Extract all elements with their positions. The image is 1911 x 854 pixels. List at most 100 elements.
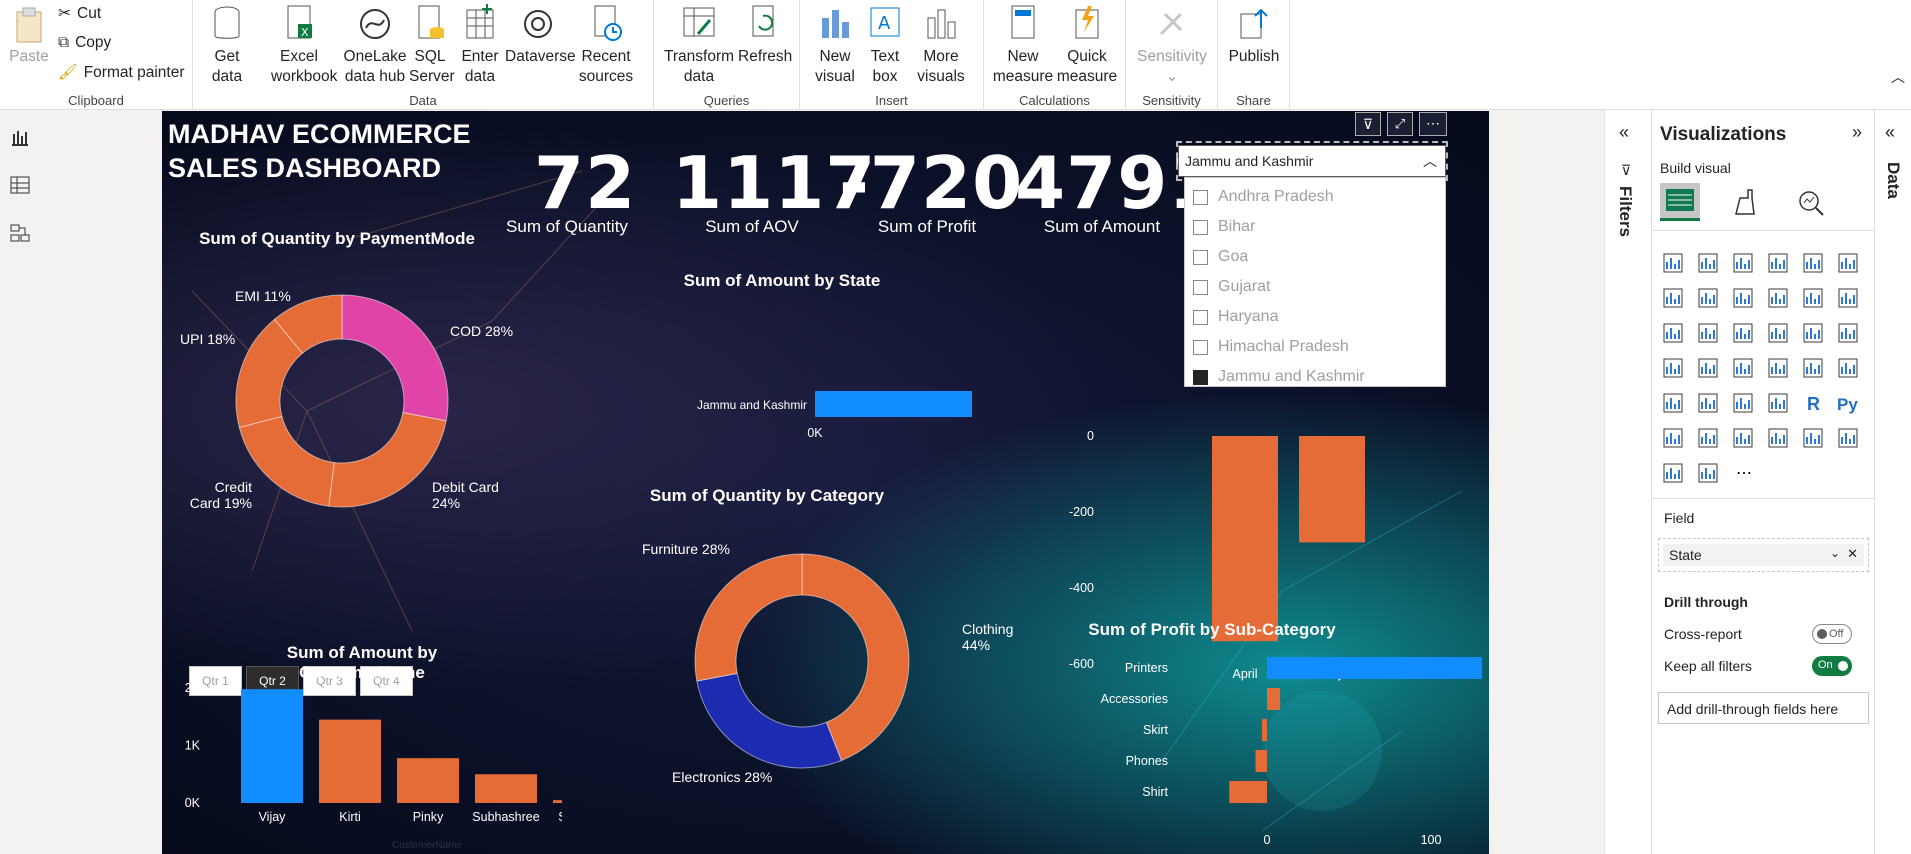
checkbox[interactable] — [1193, 309, 1208, 325]
multi-row-card-visual-icon[interactable] — [1835, 355, 1861, 381]
decomposition-visual-icon[interactable] — [1695, 425, 1721, 451]
copy-button[interactable]: ⧉ Copy — [58, 34, 111, 52]
collapse-viz-icon[interactable]: » — [1852, 122, 1862, 143]
state-slicer-item[interactable]: Jammu and Kashmir — [1193, 368, 1365, 386]
refresh-button[interactable]: Refresh — [738, 4, 792, 67]
filters-pane[interactable]: « ⊽ Filters — [1604, 110, 1651, 854]
chevron-up-icon[interactable]: ︿ — [1423, 151, 1437, 171]
line-visual-icon[interactable] — [1660, 285, 1686, 311]
pie-visual-icon[interactable] — [1765, 320, 1791, 346]
area-visual-icon[interactable] — [1695, 285, 1721, 311]
new-measure-button[interactable]: New measure — [992, 4, 1054, 87]
state-slicer-item[interactable]: Haryana — [1193, 308, 1278, 326]
table-visual-icon[interactable] — [1730, 390, 1756, 416]
transform-data-button[interactable]: Transform data — [664, 4, 734, 87]
python-visual-icon[interactable]: Py — [1835, 390, 1861, 416]
line-column-visual-icon[interactable] — [1765, 285, 1791, 311]
transform-icon — [683, 7, 715, 37]
checkbox[interactable] — [1193, 219, 1208, 235]
format-painter-button[interactable]: 🖌 Format painter — [58, 63, 184, 82]
paginated-visual-icon[interactable] — [1835, 425, 1861, 451]
expand-filters-icon[interactable]: « — [1619, 122, 1629, 143]
clustered-bar-visual-icon[interactable] — [1730, 250, 1756, 276]
power-apps-visual-icon[interactable] — [1660, 460, 1686, 486]
report-view-icon[interactable] — [9, 126, 31, 148]
filter-icon[interactable]: ⊽ — [1355, 112, 1381, 136]
customer-bar-chart: 2K 1K 0K Vijay Kirti Pinky Subhashree Sonakshi — [185, 681, 562, 824]
enter-data-button[interactable]: Enter data — [459, 4, 501, 87]
cross-report-toggle[interactable]: Off — [1812, 624, 1852, 644]
state-slicer-item[interactable]: Himachal Pradesh — [1193, 338, 1349, 356]
checkbox[interactable] — [1193, 189, 1208, 205]
clustered-column-visual-icon[interactable] — [1765, 250, 1791, 276]
state-slicer-item[interactable]: Goa — [1193, 248, 1248, 266]
gauge-visual-icon[interactable] — [1765, 355, 1791, 381]
goals-visual-icon[interactable] — [1800, 425, 1826, 451]
scatter-visual-icon[interactable] — [1730, 320, 1756, 346]
matrix-visual-icon[interactable] — [1765, 390, 1791, 416]
keep-filters-toggle[interactable]: On — [1812, 656, 1852, 676]
model-view-icon[interactable] — [9, 222, 31, 244]
stacked-area-visual-icon[interactable] — [1730, 285, 1756, 311]
azure-map-visual-icon[interactable] — [1730, 355, 1756, 381]
power-automate-visual-icon[interactable] — [1695, 460, 1721, 486]
more-options-icon[interactable]: ⋯ — [1419, 112, 1447, 136]
checkbox[interactable] — [1193, 369, 1208, 385]
kpi-visual-icon[interactable] — [1660, 390, 1686, 416]
paste-button[interactable]: Paste — [8, 4, 50, 67]
sensitivity-button[interactable]: Sensitivity ⌄ — [1132, 4, 1212, 87]
field-pill-state[interactable]: State ⌄ ✕ — [1663, 544, 1864, 566]
dataverse-button[interactable]: Dataverse — [505, 4, 576, 67]
more-visuals-button[interactable]: More visuals — [910, 4, 972, 87]
state-slicer-header[interactable]: Jammu and Kashmir ︿ — [1178, 145, 1446, 177]
add-drill-through-field[interactable]: Add drill-through fields here — [1658, 692, 1869, 724]
funnel-visual-icon[interactable] — [1695, 320, 1721, 346]
cut-button[interactable]: ✂ Cut — [58, 4, 101, 23]
sql-server-button[interactable]: SQL Server — [409, 4, 455, 87]
more-visual-icon[interactable]: ⋯ — [1730, 460, 1756, 486]
waterfall-visual-icon[interactable] — [1660, 320, 1686, 346]
narrative-visual-icon[interactable] — [1765, 425, 1791, 451]
text-box-button[interactable]: A Text box — [864, 4, 906, 87]
focus-mode-icon[interactable]: ⤢ — [1387, 112, 1413, 136]
recent-sources-button[interactable]: Recent sources — [573, 4, 639, 87]
new-visual-button[interactable]: New visual — [810, 4, 860, 87]
collapse-ribbon-icon[interactable]: ︿ — [1891, 67, 1905, 87]
onelake-button[interactable]: OneLake data hub — [333, 4, 417, 87]
slicer-visual-icon[interactable] — [1695, 390, 1721, 416]
build-visual-tab[interactable] — [1660, 183, 1700, 221]
checkbox[interactable] — [1193, 279, 1208, 295]
quick-measure-button[interactable]: Quick measure — [1056, 4, 1118, 87]
analytics-icon[interactable] — [1796, 188, 1826, 218]
close-icon[interactable]: ✕ — [1847, 546, 1858, 562]
checkbox[interactable] — [1193, 249, 1208, 265]
chevron-down-icon[interactable]: ⌄ — [1830, 546, 1840, 560]
stacked-bar-visual-icon[interactable] — [1660, 250, 1686, 276]
ribbon-visual-icon[interactable] — [1835, 285, 1861, 311]
100-column-visual-icon[interactable] — [1835, 250, 1861, 276]
cross-report-toggle-text: Off — [1829, 628, 1844, 640]
excel-workbook-button[interactable]: X Excel workbook — [271, 4, 337, 87]
100-bar-visual-icon[interactable] — [1800, 250, 1826, 276]
state-slicer-item[interactable]: Andhra Pradesh — [1193, 188, 1334, 206]
map-visual-icon[interactable] — [1660, 355, 1686, 381]
donut-visual-icon[interactable] — [1800, 320, 1826, 346]
publish-button[interactable]: Publish — [1228, 4, 1280, 67]
format-visual-icon[interactable] — [1730, 188, 1760, 218]
checkbox[interactable] — [1193, 339, 1208, 355]
qa-visual-icon[interactable] — [1730, 425, 1756, 451]
line-clustered-visual-icon[interactable] — [1800, 285, 1826, 311]
filled-map-visual-icon[interactable] — [1695, 355, 1721, 381]
svg-text:X: X — [301, 26, 309, 39]
data-pane[interactable]: « Data — [1874, 110, 1911, 854]
card-visual-icon[interactable] — [1800, 355, 1826, 381]
treemap-visual-icon[interactable] — [1835, 320, 1861, 346]
table-view-icon[interactable] — [9, 174, 31, 196]
get-data-button[interactable]: Get data — [207, 4, 247, 87]
expand-data-icon[interactable]: « — [1885, 122, 1895, 143]
r-script-visual-icon[interactable]: R — [1800, 390, 1826, 416]
state-slicer-item[interactable]: Bihar — [1193, 218, 1255, 236]
key-influencers-visual-icon[interactable] — [1660, 425, 1686, 451]
state-slicer-item[interactable]: Gujarat — [1193, 278, 1270, 296]
stacked-column-visual-icon[interactable] — [1695, 250, 1721, 276]
